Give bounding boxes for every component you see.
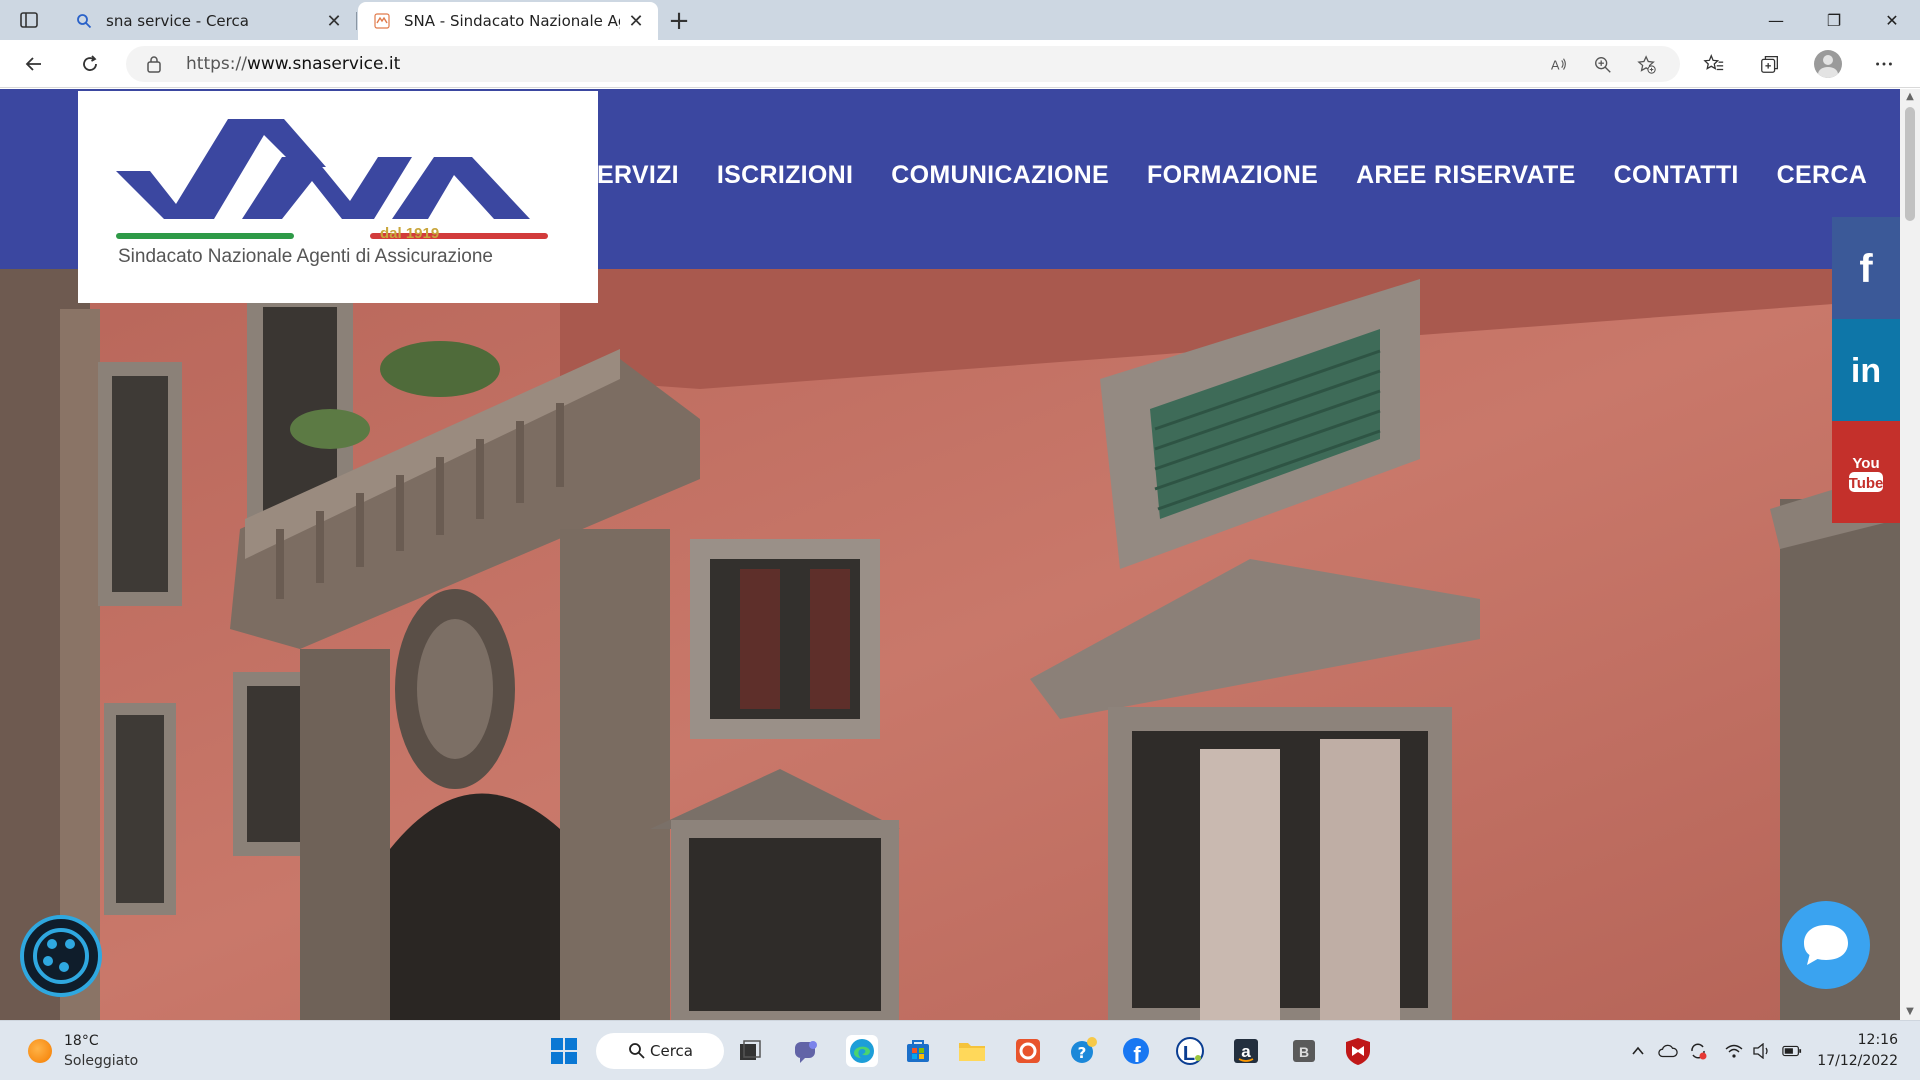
hero-image xyxy=(0,269,1900,1020)
favorites-icon[interactable] xyxy=(1702,52,1726,76)
more-options-icon[interactable] xyxy=(1872,52,1896,76)
refresh-icon xyxy=(83,55,97,71)
teams-chat-icon[interactable] xyxy=(790,1035,822,1067)
nav-item-contatti[interactable]: CONTATTI xyxy=(1614,161,1739,190)
url-protocol: https:// xyxy=(186,54,247,74)
svg-text:a: a xyxy=(1241,1042,1251,1061)
tab-divider xyxy=(356,12,357,30)
weather-temperature[interactable]: 18°C xyxy=(64,1033,99,1049)
logo-since: dal 1919 xyxy=(380,225,440,242)
zoom-icon[interactable] xyxy=(1592,54,1614,76)
url-text: https://www.snaservice.it xyxy=(186,54,400,74)
refresh-button[interactable] xyxy=(74,48,106,80)
read-aloud-icon[interactable]: A xyxy=(1548,54,1570,76)
help-icon[interactable]: ? xyxy=(1068,1035,1100,1067)
url-host: www.snaservice.it xyxy=(246,54,401,74)
scroll-up-icon[interactable]: ▲ xyxy=(1904,91,1916,103)
nav-item-iscrizioni[interactable]: ISCRIZIONI xyxy=(717,161,853,190)
chat-button[interactable] xyxy=(1782,901,1870,989)
tab-close-icon[interactable]: ✕ xyxy=(326,11,342,32)
new-tab-button[interactable]: + xyxy=(664,6,694,36)
building-facade-illustration xyxy=(0,269,1900,1020)
collections-icon[interactable] xyxy=(1758,52,1782,76)
tab-sna-home[interactable]: SNA - Sindacato Nazionale Agenti di Assi… xyxy=(358,2,658,40)
scroll-down-icon[interactable]: ▼ xyxy=(1904,1006,1916,1018)
chat-bubble-icon xyxy=(1804,925,1848,965)
linkedin-icon: in xyxy=(1851,352,1881,390)
profile-avatar[interactable] xyxy=(1814,50,1842,78)
close-window-button[interactable]: ✕ xyxy=(1864,0,1920,40)
youtube-glyph-top: You xyxy=(1852,455,1879,472)
onedrive-cloud-icon[interactable] xyxy=(1658,1041,1678,1061)
youtube-link[interactable]: You Tube xyxy=(1832,421,1900,523)
svg-text:?: ? xyxy=(1078,1044,1087,1062)
office-app-icon[interactable] xyxy=(1012,1035,1044,1067)
back-button[interactable] xyxy=(18,48,50,80)
clock-date[interactable]: 17/12/2022 xyxy=(1817,1053,1898,1069)
task-view-icon[interactable] xyxy=(734,1035,766,1067)
youtube-glyph-bottom: Tube xyxy=(1849,475,1884,492)
browser-titlebar: sna service - Cerca ✕ SNA - Sindacato Na… xyxy=(0,0,1920,40)
linkedin-glyph: in xyxy=(1851,352,1881,390)
logo-tagline: Sindacato Nazionale Agenti di Assicurazi… xyxy=(118,246,493,267)
edge-browser-icon[interactable] xyxy=(846,1035,878,1067)
amazon-app-icon[interactable]: a xyxy=(1230,1035,1262,1067)
l-app-icon[interactable]: L xyxy=(1174,1035,1206,1067)
sna-logo-mark xyxy=(116,119,548,239)
nav-item-aree-riservate[interactable]: AREE RISERVATE xyxy=(1356,161,1576,190)
tab-title: SNA - Sindacato Nazionale Agenti di Assi… xyxy=(404,12,620,30)
facebook-glyph: f xyxy=(1859,248,1873,288)
tab-title: sna service - Cerca xyxy=(106,12,249,30)
main-navigation: SERVIZI ISCRIZIONI COMUNICAZIONE FORMAZI… xyxy=(580,161,1867,190)
svg-text:L: L xyxy=(1183,1043,1195,1065)
taskbar-search-label: Cerca xyxy=(650,1042,693,1060)
webpage-viewport: SERVIZI ISCRIZIONI COMUNICAZIONE FORMAZI… xyxy=(0,89,1900,1020)
wifi-icon[interactable] xyxy=(1724,1041,1744,1061)
facebook-icon: f xyxy=(1859,248,1873,288)
tab-close-icon[interactable]: ✕ xyxy=(628,11,644,32)
weather-description[interactable]: Soleggiato xyxy=(64,1053,138,1069)
sync-icon[interactable] xyxy=(1688,1041,1708,1061)
lock-icon xyxy=(147,56,161,73)
volume-icon[interactable] xyxy=(1752,1041,1772,1061)
svg-text:B: B xyxy=(1299,1044,1309,1060)
mcafee-shield-icon[interactable] xyxy=(1342,1035,1374,1067)
svg-text:f: f xyxy=(1133,1042,1141,1066)
page-scrollbar[interactable]: ▲ ▼ xyxy=(1900,89,1920,1020)
tab-actions-icon[interactable] xyxy=(18,9,40,31)
arrow-left-icon xyxy=(25,57,41,71)
youtube-icon: You Tube xyxy=(1849,455,1884,492)
add-favorite-icon[interactable] xyxy=(1636,54,1658,76)
accessibility-button[interactable] xyxy=(20,915,102,997)
linkedin-link[interactable]: in xyxy=(1832,319,1900,421)
search-icon xyxy=(77,14,92,29)
show-hidden-icons-icon[interactable] xyxy=(1628,1041,1648,1061)
nav-item-cerca[interactable]: CERCA xyxy=(1777,161,1867,190)
windows-taskbar: 18°C Soleggiato Cerca ? f L a B 12:16 17… xyxy=(0,1020,1920,1080)
scrollbar-thumb[interactable] xyxy=(1905,107,1915,221)
address-bar[interactable]: https://www.snaservice.it A xyxy=(126,46,1680,82)
battery-icon[interactable] xyxy=(1782,1041,1802,1061)
microsoft-store-icon[interactable] xyxy=(902,1035,934,1067)
svg-text:A: A xyxy=(1551,58,1560,73)
site-logo[interactable]: dal 1919 Sindacato Nazionale Agenti di A… xyxy=(78,91,598,303)
sna-favicon-icon xyxy=(374,13,390,29)
search-icon xyxy=(629,1043,645,1059)
file-explorer-icon[interactable] xyxy=(956,1035,988,1067)
taskbar-search[interactable]: Cerca xyxy=(596,1033,724,1069)
tab-sna-service-search[interactable]: sna service - Cerca ✕ xyxy=(60,2,356,40)
accessibility-icon xyxy=(33,928,89,984)
facebook-app-icon[interactable]: f xyxy=(1120,1035,1152,1067)
browser-toolbar: https://www.snaservice.it A xyxy=(0,40,1920,88)
windows-logo-icon xyxy=(551,1038,577,1064)
b-app-icon[interactable]: B xyxy=(1288,1035,1320,1067)
maximize-button[interactable]: ❐ xyxy=(1806,0,1862,40)
start-button[interactable] xyxy=(548,1035,580,1067)
nav-item-formazione[interactable]: FORMAZIONE xyxy=(1147,161,1318,190)
sun-icon[interactable] xyxy=(28,1039,52,1063)
facebook-link[interactable]: f xyxy=(1832,217,1900,319)
minimize-button[interactable]: — xyxy=(1748,0,1804,40)
nav-item-comunicazione[interactable]: COMUNICAZIONE xyxy=(891,161,1109,190)
clock-time[interactable]: 12:16 xyxy=(1858,1032,1898,1048)
